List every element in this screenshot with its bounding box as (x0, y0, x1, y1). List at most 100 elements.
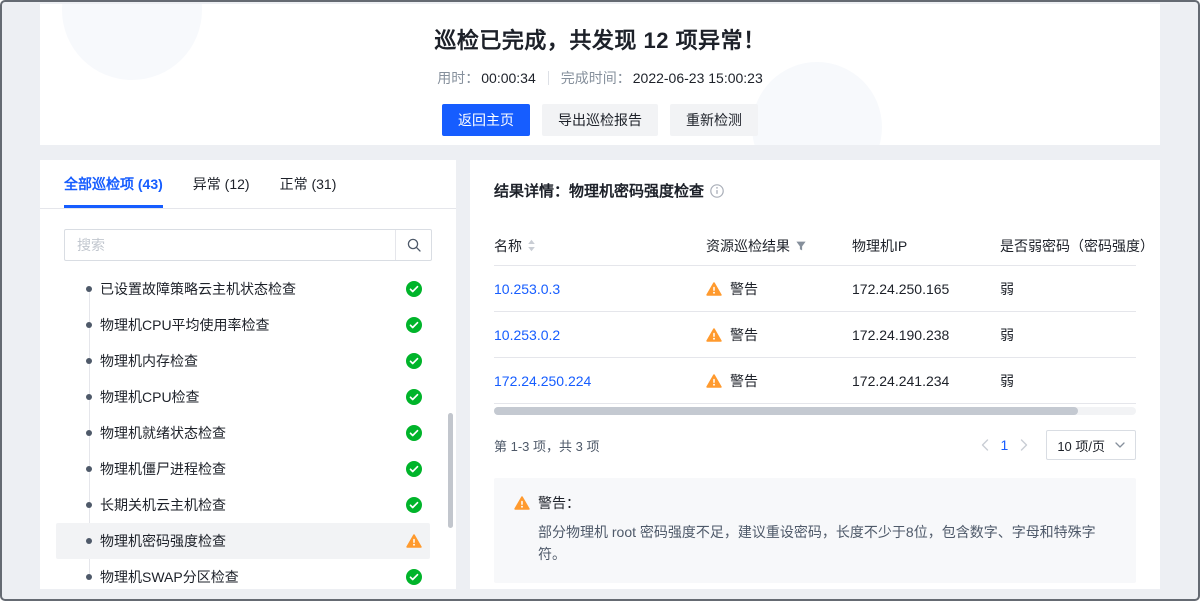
anomaly-count: 12 (644, 28, 669, 53)
tab-normal[interactable]: 正常 (31) (280, 160, 337, 208)
ip-cell: 172.24.241.234 (852, 373, 1000, 389)
chevron-down-icon (1115, 442, 1125, 448)
check-tabs: 全部巡检项 (43) 异常 (12) 正常 (31) (40, 160, 456, 209)
check-list-panel: 全部巡检项 (43) 异常 (12) 正常 (31) 已设置故障策略云主机状态检… (40, 160, 456, 589)
check-item-label: 物理机僵尸进程检查 (100, 459, 226, 479)
check-item[interactable]: 物理机CPU平均使用率检查 (56, 307, 430, 343)
weak-password-cell: 弱 (1000, 325, 1136, 345)
tab-abnormal[interactable]: 异常 (12) (193, 160, 250, 208)
bullet-dot (86, 466, 92, 472)
title-suffix: 项异常！ (669, 28, 766, 53)
chevron-right-icon[interactable] (1016, 439, 1032, 451)
page-title: 巡检已完成，共发现 12 项异常！ (40, 23, 1160, 55)
check-list: 已设置故障策略云主机状态检查 物理机CPU平均使用率检查 物理机内存检查 物理机… (40, 271, 456, 589)
bullet-dot (86, 502, 92, 508)
status-ok-icon (406, 461, 422, 477)
column-header-name: 名称 (494, 236, 706, 256)
check-item[interactable]: 物理机僵尸进程检查 (56, 451, 430, 487)
table-header-row: 名称 资源巡检结果 物理机IP 是否弱密码（密码强度） (494, 226, 1136, 266)
horizontal-scrollbar[interactable] (494, 407, 1078, 415)
table-row: 10.253.0.2 警告 172.24.190.238 弱 (494, 312, 1136, 358)
info-icon[interactable] (710, 184, 724, 198)
check-item[interactable]: 物理机内存检查 (56, 343, 430, 379)
bullet-dot (86, 358, 92, 364)
check-item-label: 物理机SWAP分区检查 (100, 567, 239, 587)
result-detail-panel: 结果详情：物理机密码强度检查 名称 资源巡检结果 物理机IP 是否弱密码（密码强… (470, 160, 1160, 589)
finish-time-label: 完成时间： (561, 68, 631, 88)
check-item-label: 物理机就绪状态检查 (100, 423, 226, 443)
vertical-scrollbar[interactable] (448, 413, 453, 528)
check-item-label: 物理机CPU检查 (100, 387, 200, 407)
status-warning-icon (406, 533, 422, 549)
result-cell: 警告 (706, 325, 852, 345)
resource-link[interactable]: 172.24.250.224 (494, 373, 591, 389)
check-item-label: 长期关机云主机检查 (100, 495, 226, 515)
duration-value: 00:00:34 (481, 70, 536, 86)
warning-title: 警告： (538, 493, 580, 513)
tab-all-items[interactable]: 全部巡检项 (43) (64, 160, 163, 208)
result-cell: 警告 (706, 371, 852, 391)
recheck-button[interactable]: 重新检测 (670, 104, 758, 136)
warning-message-box: 警告： 部分物理机 root 密码强度不足，建议重设密码，长度不少于8位，包含数… (494, 478, 1136, 583)
column-label: 物理机IP (852, 236, 907, 256)
table-row: 10.253.0.3 警告 172.24.250.165 弱 (494, 266, 1136, 312)
table-row: 172.24.250.224 警告 172.24.241.234 弱 (494, 358, 1136, 404)
finish-time-value: 2022-06-23 15:00:23 (633, 70, 763, 86)
bullet-dot (86, 286, 92, 292)
column-header-result: 资源巡检结果 (706, 236, 852, 256)
search-icon[interactable] (395, 230, 431, 260)
check-item[interactable]: 物理机就绪状态检查 (56, 415, 430, 451)
result-text: 警告 (730, 279, 758, 299)
pagination-summary: 第 1-3 项，共 3 项 (494, 436, 599, 455)
status-ok-icon (406, 425, 422, 441)
warning-title-row: 警告： (514, 493, 1116, 513)
resource-link[interactable]: 10.253.0.3 (494, 281, 560, 297)
summary-banner: 巡检已完成，共发现 12 项异常！ 用时： 00:00:34 完成时间： 202… (40, 4, 1160, 145)
sort-icon[interactable] (527, 239, 536, 252)
status-ok-icon (406, 317, 422, 333)
chevron-left-icon[interactable] (977, 439, 993, 451)
result-cell: 警告 (706, 279, 852, 299)
check-item[interactable]: 物理机CPU检查 (56, 379, 430, 415)
detail-header: 结果详情：物理机密码强度检查 (494, 160, 1136, 201)
pagination-bar: 第 1-3 项，共 3 项 1 10 项/页 (494, 430, 1136, 460)
title-prefix: 巡检已完成，共发现 (434, 28, 643, 53)
check-item[interactable]: 物理机SWAP分区检查 (56, 559, 430, 589)
detail-header-value: 物理机密码强度检查 (569, 180, 704, 201)
column-header-weak-password: 是否弱密码（密码强度） (1000, 236, 1154, 256)
bullet-dot (86, 574, 92, 580)
status-ok-icon (406, 497, 422, 513)
check-item[interactable]: 已设置故障策略云主机状态检查 (56, 271, 430, 307)
check-item[interactable]: 长期关机云主机检查 (56, 487, 430, 523)
ip-cell: 172.24.250.165 (852, 281, 1000, 297)
filter-icon[interactable] (795, 240, 807, 252)
warning-triangle-icon (514, 495, 530, 511)
check-item-label: 物理机密码强度检查 (100, 531, 226, 551)
back-home-button[interactable]: 返回主页 (442, 104, 530, 136)
bullet-dot (86, 394, 92, 400)
weak-password-cell: 弱 (1000, 279, 1136, 299)
vertical-divider (548, 71, 549, 85)
result-text: 警告 (730, 325, 758, 345)
horizontal-scrollbar-track (494, 407, 1136, 415)
resource-link[interactable]: 10.253.0.2 (494, 327, 560, 343)
check-item-label: 已设置故障策略云主机状态检查 (100, 279, 296, 299)
check-item-selected[interactable]: 物理机密码强度检查 (56, 523, 430, 559)
status-ok-icon (406, 569, 422, 585)
bullet-dot (86, 322, 92, 328)
check-item-label: 物理机CPU平均使用率检查 (100, 315, 270, 335)
summary-meta: 用时： 00:00:34 完成时间： 2022-06-23 15:00:23 (40, 68, 1160, 88)
column-label: 资源巡检结果 (706, 236, 790, 256)
inspection-result-page: 巡检已完成，共发现 12 项异常！ 用时： 00:00:34 完成时间： 202… (0, 0, 1200, 601)
result-text: 警告 (730, 371, 758, 391)
column-label: 名称 (494, 236, 522, 256)
status-ok-icon (406, 389, 422, 405)
current-page[interactable]: 1 (1001, 437, 1009, 453)
weak-password-cell: 弱 (1000, 371, 1136, 391)
column-label: 是否弱密码（密码强度） (1000, 236, 1154, 256)
ip-cell: 172.24.190.238 (852, 327, 1000, 343)
page-size-select[interactable]: 10 项/页 (1046, 430, 1136, 460)
search-input[interactable] (65, 237, 395, 253)
export-report-button[interactable]: 导出巡检报告 (542, 104, 658, 136)
warning-triangle-icon (706, 373, 722, 389)
